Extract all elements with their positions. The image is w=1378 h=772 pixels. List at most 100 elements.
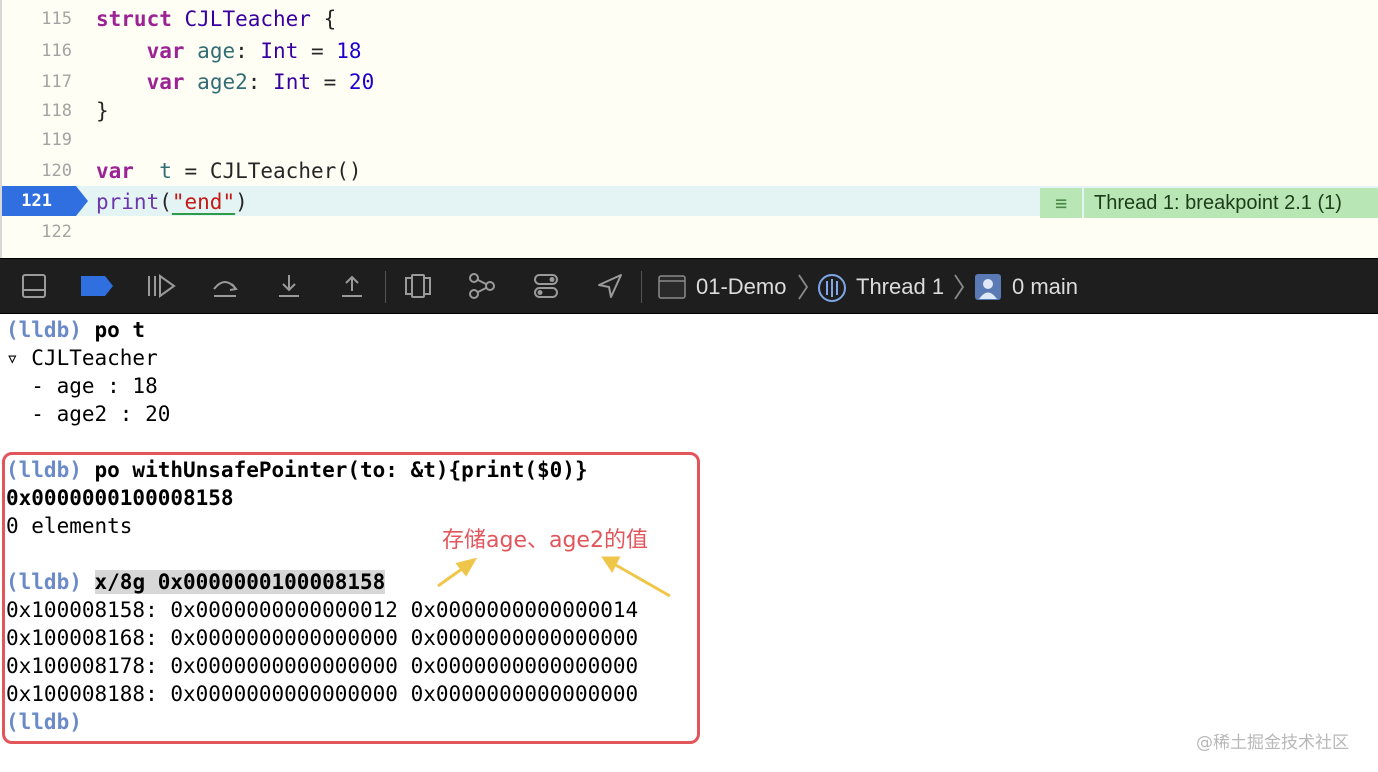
code-token: age xyxy=(197,39,236,63)
code-token: Int xyxy=(273,70,311,94)
code-line[interactable]: var age2: Int = 20 xyxy=(96,67,375,97)
line-number[interactable]: 118 xyxy=(2,96,72,126)
memory-graph-icon[interactable] xyxy=(465,269,499,303)
code-line[interactable]: var age: Int = 18 xyxy=(96,36,362,66)
console-text: 0x100008188: 0x0000000000000000 0x000000… xyxy=(6,682,639,706)
watermark: @稀土掘金技术社区 xyxy=(1196,733,1349,753)
code-line[interactable]: struct CJLTeacher { xyxy=(96,4,336,34)
console-text: po withUnsafePointer(to: &t){print($0)} xyxy=(81,458,588,482)
console-text: 0x0000000100008158 xyxy=(6,486,234,510)
code-editor[interactable]: ≡ Thread 1: breakpoint 2.1 (1) 115 struct… xyxy=(0,0,1378,258)
step-into-icon[interactable] xyxy=(272,269,306,303)
code-token: : xyxy=(247,70,274,94)
console-line: 0x100008168: 0x0000000000000000 0x000000… xyxy=(6,624,638,652)
lines-icon: ≡ xyxy=(1040,188,1082,218)
code-token: 18 xyxy=(336,39,362,63)
console-line: - age2 : 20 xyxy=(6,400,170,428)
console-text: 0 elements xyxy=(6,514,133,538)
chevron-right-icon xyxy=(798,274,809,300)
code-token: = xyxy=(298,39,337,63)
code-token: struct xyxy=(96,7,172,31)
code-token: = CJLTeacher() xyxy=(171,159,362,183)
line-number[interactable]: 117 xyxy=(2,67,72,97)
line-number[interactable]: 122 xyxy=(2,217,72,247)
console-line: 0x100008188: 0x0000000000000000 0x000000… xyxy=(6,680,638,708)
console-line: (lldb) x/8g 0x0000000100008158 xyxy=(6,568,386,596)
console-line: - age : 18 xyxy=(6,372,158,400)
code-token: age2 xyxy=(197,70,248,94)
continue-icon[interactable] xyxy=(144,269,178,303)
thread-icon xyxy=(817,273,847,307)
console-line: (lldb) xyxy=(6,708,82,736)
step-out-icon[interactable] xyxy=(335,269,369,303)
code-token: "end" xyxy=(171,190,236,214)
breadcrumb-frame[interactable]: 0 main xyxy=(1012,259,1078,315)
console-text: ▿ CJLTeacher xyxy=(6,346,158,370)
lldb-prompt: (lldb) xyxy=(6,318,82,342)
console-line: (lldb) po t xyxy=(6,316,145,344)
console-text: - age2 : 20 xyxy=(6,402,171,426)
line-number[interactable]: 116 xyxy=(2,36,72,66)
breadcrumb-process[interactable]: 01-Demo xyxy=(696,259,786,315)
code-token: t xyxy=(159,159,172,183)
code-token: ( xyxy=(159,190,172,214)
stack-frame-icon xyxy=(974,273,1002,305)
lldb-prompt: (lldb) xyxy=(6,570,82,594)
toolbar-separator xyxy=(385,271,386,303)
simulate-location-icon[interactable] xyxy=(593,269,627,303)
code-token: var xyxy=(146,70,185,94)
hide-debug-area-icon[interactable] xyxy=(17,269,51,303)
console-text: po t xyxy=(81,318,146,342)
code-token: var xyxy=(96,159,134,183)
code-line[interactable]: var t = CJLTeacher() xyxy=(96,156,362,186)
line-number[interactable]: 121 xyxy=(2,186,52,216)
console-line: ▿ CJLTeacher xyxy=(6,344,158,372)
line-number[interactable]: 120 xyxy=(2,156,72,186)
line-number[interactable]: 119 xyxy=(2,125,72,155)
code-token: CJLTeacher xyxy=(184,7,311,31)
breakpoints-toggle-icon[interactable] xyxy=(80,269,114,303)
console-text: 0x100008178: 0x0000000000000000 0x000000… xyxy=(6,654,639,678)
chevron-right-icon xyxy=(954,274,965,300)
window-icon xyxy=(658,275,686,303)
line-number[interactable]: 115 xyxy=(2,4,72,34)
environment-overrides-icon[interactable] xyxy=(529,269,563,303)
debug-toolbar: 01-Demo Thread 1 0 main xyxy=(0,258,1378,314)
code-token: } xyxy=(96,99,109,123)
toolbar-separator xyxy=(641,271,642,303)
view-hierarchy-icon[interactable] xyxy=(401,269,435,303)
annotation-text: 存储age、age2的值 xyxy=(442,528,648,553)
console-text: 0x100008168: 0x0000000000000000 0x000000… xyxy=(6,626,639,650)
lldb-console[interactable]: 存储age、age2的值 (lldb) po t ▿ CJLTeacher - a… xyxy=(0,314,1378,772)
breadcrumb-thread[interactable]: Thread 1 xyxy=(856,259,944,315)
code-token: 20 xyxy=(348,70,375,94)
code-line[interactable]: } xyxy=(96,96,109,126)
lldb-prompt: (lldb) xyxy=(6,458,82,482)
thread-breakpoint-badge[interactable]: ≡ Thread 1: breakpoint 2.1 (1) xyxy=(1040,188,1378,218)
console-text: - age : 18 xyxy=(6,374,158,398)
code-token: : xyxy=(235,39,261,63)
code-token: print xyxy=(96,190,160,214)
console-text: x/8g 0x0000000100008158 xyxy=(94,570,386,594)
lldb-prompt: (lldb) xyxy=(6,710,82,734)
step-over-icon[interactable] xyxy=(208,269,242,303)
console-line: 0x0000000100008158 xyxy=(6,484,234,512)
console-text: 0x100008158: 0x0000000000000012 0x000000… xyxy=(6,598,639,622)
console-line: (lldb) po withUnsafePointer(to: &t){prin… xyxy=(6,456,588,484)
code-token: Int xyxy=(260,39,299,63)
code-token: ) xyxy=(235,190,248,214)
console-line: 0x100008158: 0x0000000000000012 0x000000… xyxy=(6,596,638,624)
code-token: = xyxy=(310,70,349,94)
code-line[interactable]: print("end") xyxy=(96,187,248,217)
code-token: var xyxy=(146,39,185,63)
console-line: 0 elements xyxy=(6,512,132,540)
console-line: 0x100008178: 0x0000000000000000 0x000000… xyxy=(6,652,638,680)
thread-breakpoint-text: Thread 1: breakpoint 2.1 (1) xyxy=(1084,188,1378,218)
